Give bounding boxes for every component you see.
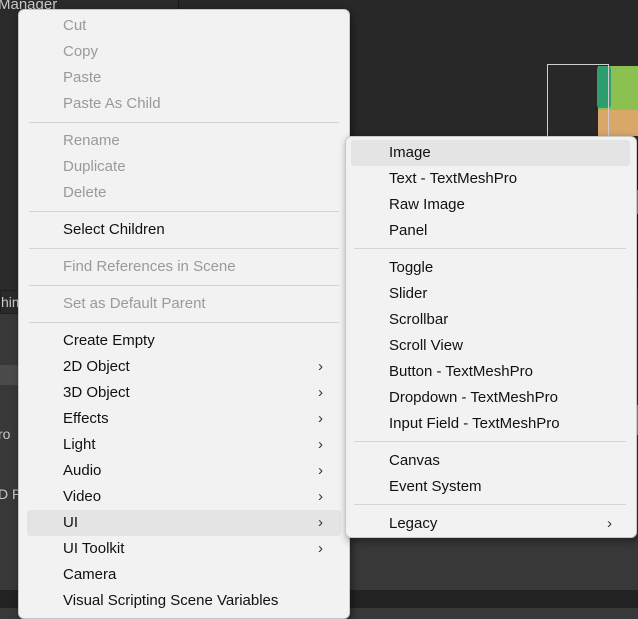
- chevron-right-icon: ›: [318, 488, 323, 505]
- menu-item-camera[interactable]: Camera: [27, 562, 341, 588]
- inspector-label: ro: [0, 426, 11, 442]
- menu-item-label: Duplicate: [63, 158, 126, 175]
- menu-item-label: Find References in Scene: [63, 258, 236, 275]
- menu-item-label: Delete: [63, 184, 107, 201]
- hierarchy-context-menu: Cut Copy Paste Paste As Child Rename Dup…: [18, 9, 350, 619]
- menu-item-label: Rename: [63, 132, 120, 149]
- menu-separator: [29, 248, 339, 249]
- menu-item-label: Event System: [389, 478, 482, 495]
- menu-item-label: Slider: [389, 285, 428, 302]
- menu-item-create-empty[interactable]: Create Empty: [27, 328, 341, 354]
- chevron-right-icon: ›: [318, 410, 323, 427]
- menu-item-paste-as-child[interactable]: Paste As Child: [27, 91, 341, 117]
- menu-item-ui-toolkit[interactable]: UI Toolkit ›: [27, 536, 341, 562]
- camera-frame: [547, 64, 609, 146]
- submenu-item-scrollbar[interactable]: Scrollbar: [351, 307, 630, 333]
- chevron-right-icon: ›: [318, 514, 323, 531]
- menu-separator: [354, 441, 626, 442]
- submenu-item-legacy[interactable]: Legacy ›: [351, 511, 630, 537]
- menu-item-label: Scrollbar: [389, 311, 449, 328]
- menu-item-label: Effects: [63, 410, 109, 427]
- menu-item-video[interactable]: Video ›: [27, 484, 341, 510]
- menu-item-paste[interactable]: Paste: [27, 65, 341, 91]
- submenu-item-raw-image[interactable]: Raw Image: [351, 192, 630, 218]
- chevron-right-icon: ›: [318, 540, 323, 557]
- menu-item-label: Visual Scripting Scene Variables: [63, 592, 279, 609]
- menu-item-ui[interactable]: UI ›: [27, 510, 341, 536]
- menu-item-label: Light: [63, 436, 96, 453]
- menu-item-label: Raw Image: [389, 196, 465, 213]
- menu-item-audio[interactable]: Audio ›: [27, 458, 341, 484]
- submenu-item-event-system[interactable]: Event System: [351, 474, 630, 500]
- menu-item-label: Scroll View: [389, 337, 463, 354]
- menu-item-label: Cut: [63, 17, 87, 34]
- submenu-item-button-textmeshpro[interactable]: Button - TextMeshPro: [351, 359, 630, 385]
- menu-item-copy[interactable]: Copy: [27, 39, 341, 65]
- menu-item-label: Copy: [63, 43, 99, 60]
- submenu-item-dropdown-textmeshpro[interactable]: Dropdown - TextMeshPro: [351, 385, 630, 411]
- menu-item-label: Canvas: [389, 452, 440, 469]
- menu-item-label: Video: [63, 488, 102, 505]
- menu-item-label: Legacy: [389, 515, 438, 532]
- menu-item-label: Audio: [63, 462, 102, 479]
- menu-item-label: Paste: [63, 69, 102, 86]
- menu-item-label: Toggle: [389, 259, 434, 276]
- menu-item-label: Dropdown - TextMeshPro: [389, 389, 558, 406]
- menu-item-rename[interactable]: Rename: [27, 128, 341, 154]
- menu-item-3d-object[interactable]: 3D Object ›: [27, 380, 341, 406]
- menu-item-label: Button - TextMeshPro: [389, 363, 533, 380]
- menu-separator: [29, 322, 339, 323]
- menu-item-label: Image: [389, 144, 431, 161]
- chevron-right-icon: ›: [607, 515, 612, 532]
- submenu-item-toggle[interactable]: Toggle: [351, 255, 630, 281]
- menu-item-select-children[interactable]: Select Children: [27, 217, 341, 243]
- menu-item-effects[interactable]: Effects ›: [27, 406, 341, 432]
- menu-item-delete[interactable]: Delete: [27, 180, 341, 206]
- ui-submenu: Image Text - TextMeshPro Raw Image Panel…: [345, 136, 637, 538]
- menu-separator: [354, 248, 626, 249]
- menu-item-cut[interactable]: Cut: [27, 13, 341, 39]
- menu-item-visual-scripting-scene-variables[interactable]: Visual Scripting Scene Variables: [27, 588, 341, 614]
- menu-separator: [29, 211, 339, 212]
- menu-item-label: 3D Object: [63, 384, 130, 401]
- menu-item-label: Select Children: [63, 221, 165, 238]
- menu-item-find-references[interactable]: Find References in Scene: [27, 254, 341, 280]
- menu-item-label: UI Toolkit: [63, 540, 125, 557]
- menu-item-set-default-parent[interactable]: Set as Default Parent: [27, 291, 341, 317]
- submenu-item-input-field-textmeshpro[interactable]: Input Field - TextMeshPro: [351, 411, 630, 437]
- chevron-right-icon: ›: [318, 436, 323, 453]
- submenu-item-canvas[interactable]: Canvas: [351, 448, 630, 474]
- menu-item-label: Panel: [389, 222, 428, 239]
- chevron-right-icon: ›: [318, 462, 323, 479]
- submenu-item-image[interactable]: Image: [351, 140, 630, 166]
- menu-item-duplicate[interactable]: Duplicate: [27, 154, 341, 180]
- submenu-item-panel[interactable]: Panel: [351, 218, 630, 244]
- menu-separator: [29, 122, 339, 123]
- menu-item-label: Input Field - TextMeshPro: [389, 415, 560, 432]
- menu-item-label: Text - TextMeshPro: [389, 170, 518, 187]
- chevron-right-icon: ›: [318, 384, 323, 401]
- chevron-right-icon: ›: [318, 358, 323, 375]
- menu-item-label: Create Empty: [63, 332, 155, 349]
- menu-item-label: Camera: [63, 566, 117, 583]
- submenu-item-scroll-view[interactable]: Scroll View: [351, 333, 630, 359]
- menu-item-label: UI: [63, 514, 78, 531]
- menu-item-light[interactable]: Light ›: [27, 432, 341, 458]
- menu-item-label: Paste As Child: [63, 95, 161, 112]
- submenu-item-text-textmeshpro[interactable]: Text - TextMeshPro: [351, 166, 630, 192]
- menu-item-label: 2D Object: [63, 358, 130, 375]
- submenu-item-slider[interactable]: Slider: [351, 281, 630, 307]
- menu-item-label: Set as Default Parent: [63, 295, 206, 312]
- menu-item-2d-object[interactable]: 2D Object ›: [27, 354, 341, 380]
- menu-separator: [354, 504, 626, 505]
- menu-separator: [29, 285, 339, 286]
